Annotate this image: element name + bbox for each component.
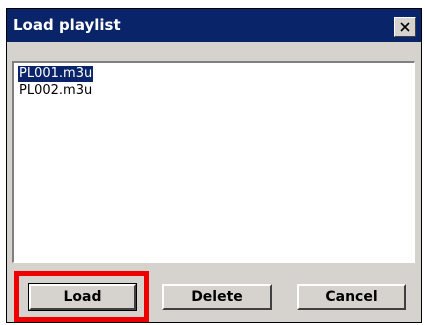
- title-bar[interactable]: Load playlist: [7, 9, 421, 42]
- delete-button[interactable]: Delete: [162, 284, 272, 310]
- cancel-button[interactable]: Cancel: [297, 284, 406, 310]
- close-button[interactable]: [394, 17, 416, 37]
- load-button[interactable]: Load: [28, 283, 137, 311]
- close-icon: [400, 22, 410, 32]
- load-playlist-dialog: Load playlist PL001.m3u PL002.m3u Load D…: [6, 8, 422, 323]
- playlist-item-pl001[interactable]: PL001.m3u: [16, 65, 95, 83]
- playlist-listbox[interactable]: PL001.m3u PL002.m3u: [12, 61, 415, 263]
- dialog-title: Load playlist: [13, 16, 121, 34]
- playlist-item-pl002[interactable]: PL002.m3u: [18, 83, 93, 99]
